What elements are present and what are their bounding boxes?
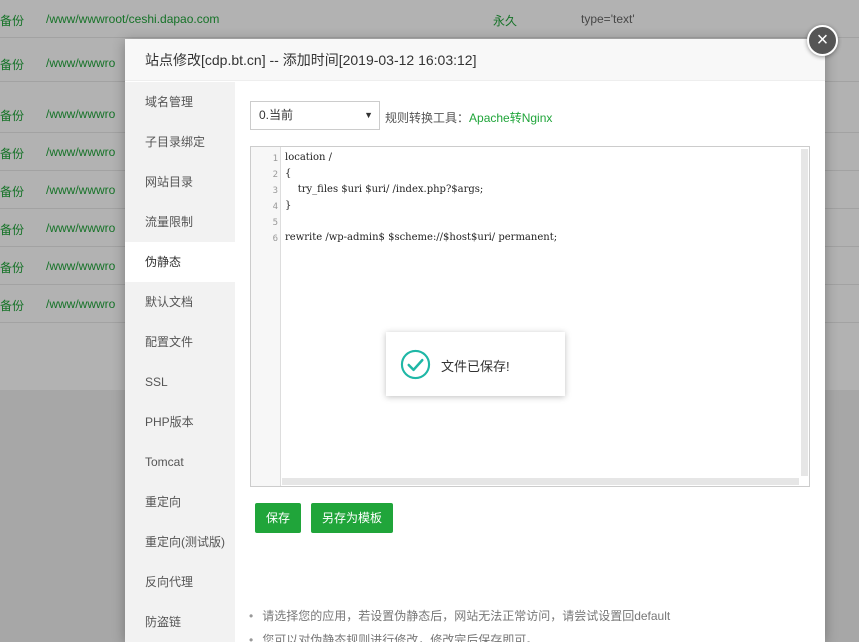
save-as-template-button[interactable]: 另存为模板 [311, 503, 393, 533]
side-menu-item-domain[interactable]: 域名管理 [125, 82, 235, 122]
code-editor[interactable]: 1 2 3 4 5 6 location / { try_files $uri … [250, 146, 810, 487]
converter-tool: 规则转换工具：Apache转Nginx [385, 109, 552, 126]
close-icon[interactable]: × [807, 25, 838, 56]
save-button[interactable]: 保存 [255, 503, 301, 533]
side-menu-item-subdir[interactable]: 子目录绑定 [125, 122, 235, 162]
side-menu-item-redirect-beta[interactable]: 重定向(测试版) [125, 522, 235, 562]
side-menu: 域名管理 子目录绑定 网站目录 流量限制 伪静态 默认文档 配置文件 SSL P… [125, 82, 235, 642]
line-number: 3 [272, 186, 278, 196]
vertical-scrollbar[interactable] [801, 149, 808, 476]
tips-list: 请选择您的应用，若设置伪静态后，网站无法正常访问，请尝试设置回default 您… [249, 604, 670, 642]
code-line[interactable]: rewrite /wp-admin$ $scheme://$host$uri/ … [285, 232, 557, 243]
side-menu-item-default-doc[interactable]: 默认文档 [125, 282, 235, 322]
chevron-down-icon: ▼ [364, 110, 373, 120]
side-menu-item-rewrite[interactable]: 伪静态 [125, 242, 235, 282]
side-menu-item-redirect[interactable]: 重定向 [125, 482, 235, 522]
code-line[interactable]: location / [285, 152, 332, 163]
side-menu-item-hotlink[interactable]: 防盗链 [125, 602, 235, 642]
converter-link[interactable]: Apache转Nginx [469, 111, 552, 125]
code-line[interactable]: } [285, 200, 291, 211]
tip-item: 您可以对伪静态规则进行修改，修改完后保存即可。 [249, 628, 670, 642]
line-number: 4 [272, 202, 278, 212]
line-number: 5 [272, 218, 278, 228]
select-value: 0.当前 [259, 108, 294, 122]
side-menu-item-tomcat[interactable]: Tomcat [125, 442, 235, 482]
saved-toast: 文件已保存! [386, 332, 565, 396]
modal-title: 站点修改[cdp.bt.cn] -- 添加时间[2019-03-12 16:03… [125, 39, 825, 81]
rewrite-template-select[interactable]: 0.当前 ▼ [250, 101, 380, 130]
side-menu-item-reverse-proxy[interactable]: 反向代理 [125, 562, 235, 602]
side-menu-item-ssl[interactable]: SSL [125, 362, 235, 402]
line-number: 6 [272, 234, 278, 244]
check-circle-icon [400, 349, 431, 380]
line-number: 2 [272, 170, 278, 180]
line-number: 1 [272, 154, 278, 164]
code-line[interactable]: { [285, 168, 291, 179]
toast-message: 文件已保存! [441, 359, 510, 374]
code-line[interactable]: try_files $uri $uri/ /index.php?$args; [285, 184, 484, 195]
side-menu-item-config-file[interactable]: 配置文件 [125, 322, 235, 362]
side-menu-item-site-dir[interactable]: 网站目录 [125, 162, 235, 202]
side-menu-item-traffic-limit[interactable]: 流量限制 [125, 202, 235, 242]
side-menu-item-php-version[interactable]: PHP版本 [125, 402, 235, 442]
tip-item: 请选择您的应用，若设置伪静态后，网站无法正常访问，请尝试设置回default [249, 604, 670, 628]
converter-label: 规则转换工具： [385, 111, 470, 125]
horizontal-scrollbar[interactable] [282, 478, 799, 485]
line-number-gutter: 1 2 3 4 5 6 [251, 147, 281, 486]
